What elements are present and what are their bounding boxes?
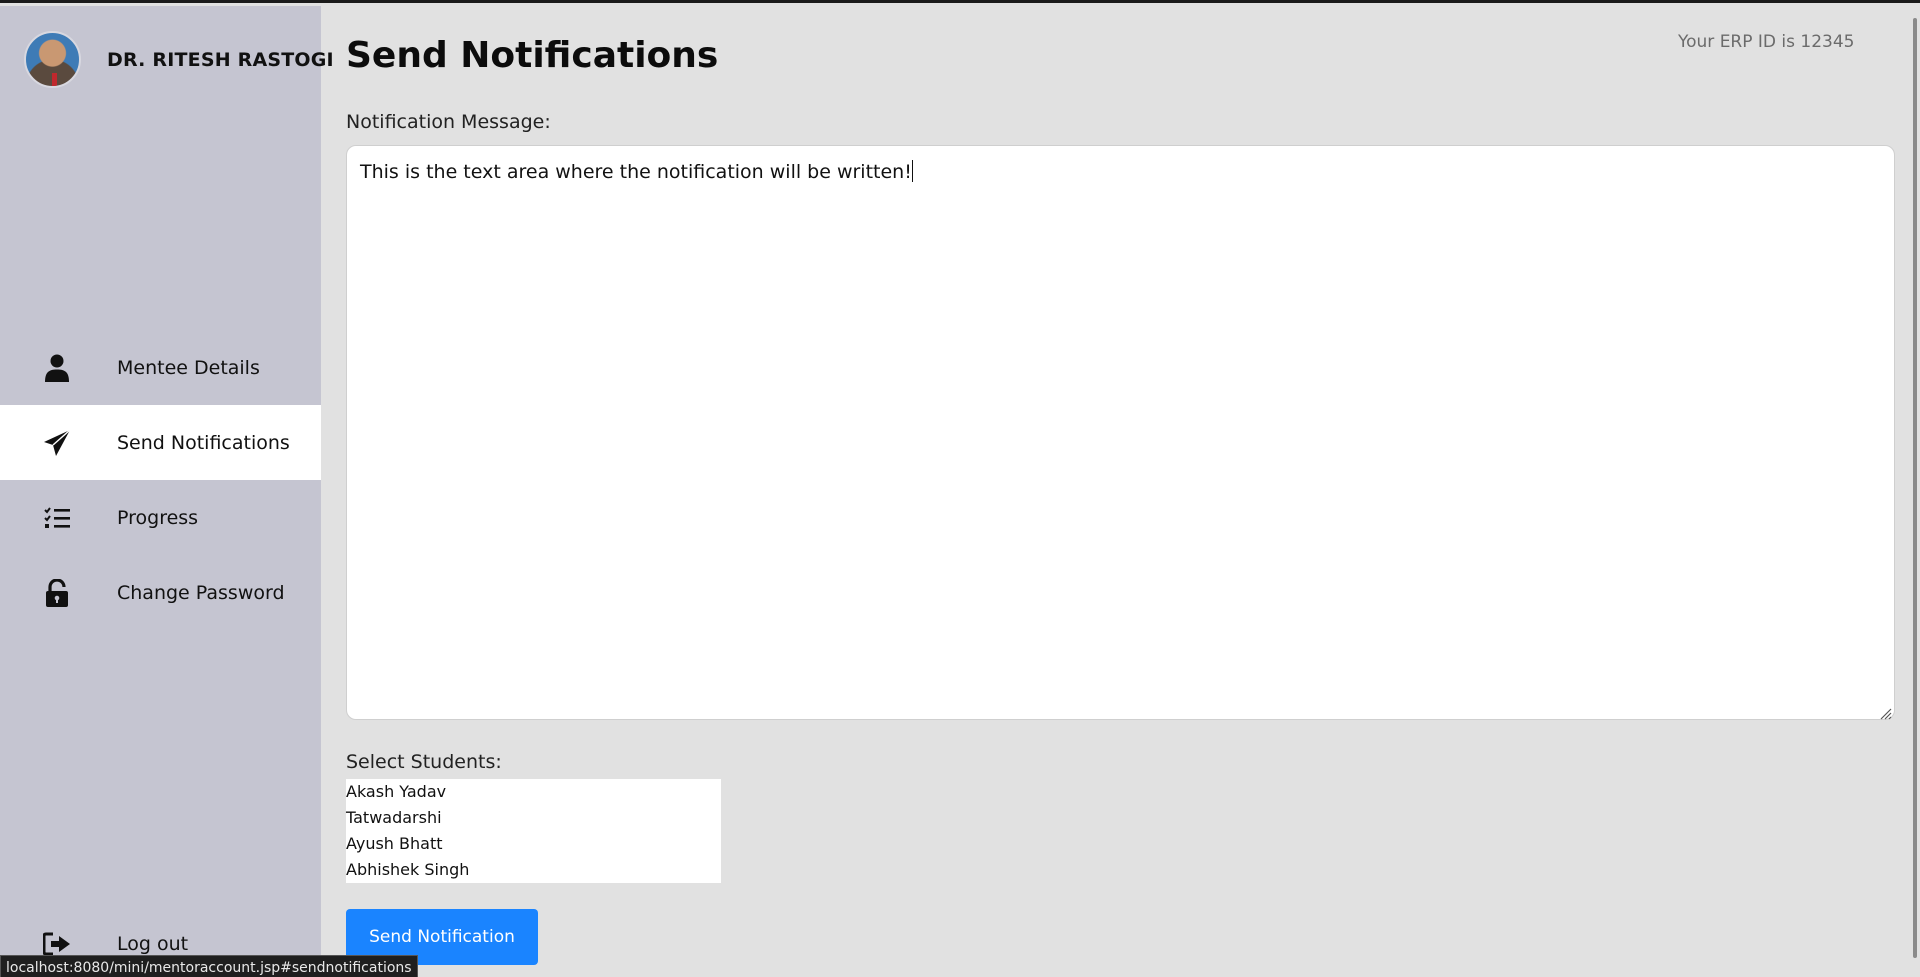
user-icon	[42, 353, 72, 383]
student-option[interactable]: Tatwadarshi	[346, 805, 721, 831]
page-scrollbar[interactable]	[1910, 6, 1920, 977]
sidebar-item-label: Send Notifications	[117, 431, 290, 454]
text-caret	[911, 160, 913, 182]
sidebar-item-progress[interactable]: Progress	[0, 480, 321, 555]
scrollbar-thumb[interactable]	[1913, 18, 1917, 958]
sidebar-item-label: Mentee Details	[117, 356, 260, 379]
profile-name: DR. RITESH RASTOGI	[107, 48, 334, 71]
checklist-icon	[42, 503, 72, 533]
avatar	[24, 31, 81, 88]
student-option[interactable]: Akash Yadav	[346, 779, 721, 805]
students-select-list[interactable]: Akash Yadav Tatwadarshi Ayush Bhatt Abhi…	[346, 779, 721, 883]
profile: DR. RITESH RASTOGI	[24, 31, 334, 88]
page-title: Send Notifications	[346, 35, 719, 76]
paper-plane-icon	[42, 428, 72, 458]
sidebar-item-label: Progress	[117, 506, 199, 529]
sidebar-item-mentee-details[interactable]: Mentee Details	[0, 330, 321, 405]
notification-message-label: Notification Message:	[346, 111, 551, 133]
sidebar-item-label: Change Password	[117, 581, 285, 604]
logout-label: Log out	[117, 932, 189, 955]
student-option[interactable]: Abhishek Singh	[346, 857, 721, 883]
logout-icon	[42, 929, 72, 959]
student-option[interactable]: Ayush Bhatt	[346, 831, 721, 857]
notification-message-textarea[interactable]: This is the text area where the notifica…	[346, 145, 1895, 720]
resize-grip-icon[interactable]	[1878, 703, 1892, 720]
unlock-icon	[42, 578, 72, 608]
select-students-label: Select Students:	[346, 751, 502, 773]
browser-status-bar: localhost:8080/mini/mentoraccount.jsp#se…	[0, 955, 418, 977]
sidebar: DR. RITESH RASTOGI Mentee Details Send N…	[0, 6, 334, 977]
sidebar-item-change-password[interactable]: Change Password	[0, 555, 321, 630]
sidebar-item-send-notifications[interactable]: Send Notifications	[0, 405, 321, 480]
erp-id-text: Your ERP ID is 12345	[1678, 32, 1855, 52]
notification-message-text: This is the text area where the notifica…	[360, 161, 912, 183]
